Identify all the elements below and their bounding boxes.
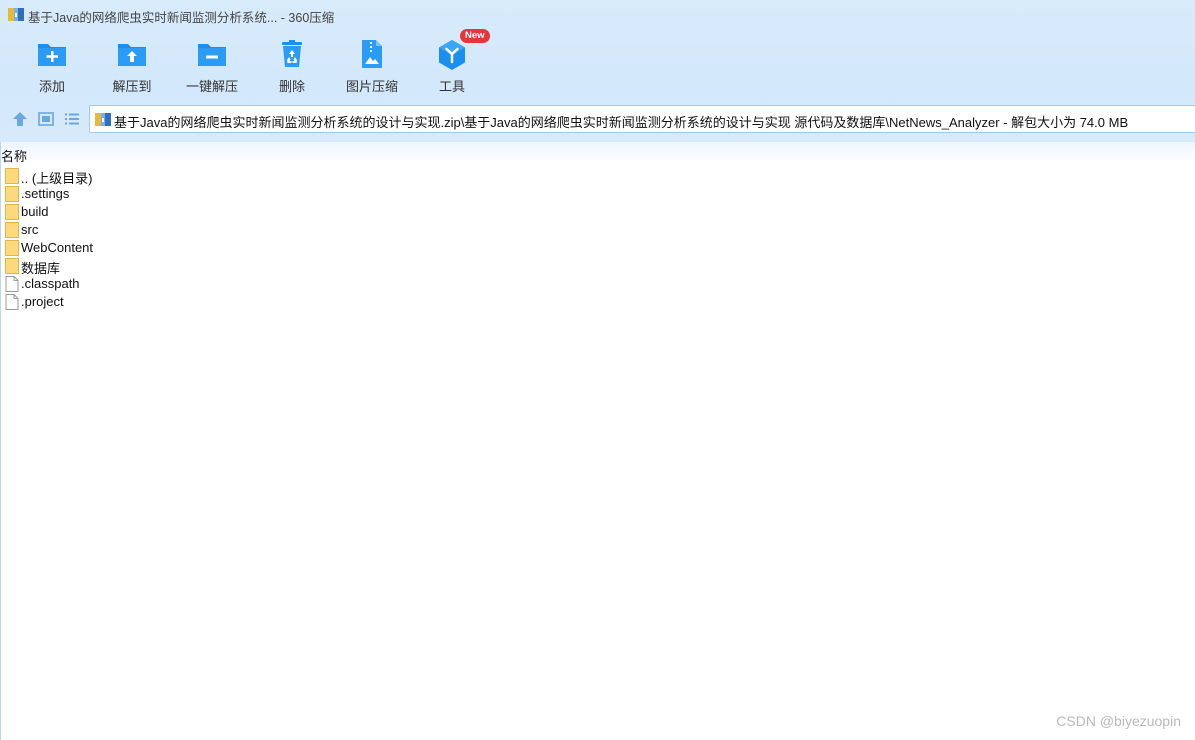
title-bar: 基于Java的网络爬虫实时新闻监测分析系统... - 360压缩 bbox=[0, 0, 1195, 30]
list-view-icon[interactable] bbox=[63, 110, 81, 128]
list-item-database[interactable]: 数据库 bbox=[0, 257, 1195, 276]
address-path: 基于Java的网络爬虫实时新闻监测分析系统的设计与实现.zip\基于Java的网… bbox=[114, 115, 1129, 130]
column-header-name[interactable]: 名称 bbox=[1, 146, 27, 165]
extract-to-label: 解压到 bbox=[112, 79, 152, 94]
list-item-project[interactable]: .project bbox=[0, 293, 1195, 311]
delete-button[interactable]: 删除 bbox=[252, 34, 332, 94]
one-click-extract-icon bbox=[198, 44, 226, 66]
toolbar: 添加 解压到 一键解压 删除 图片压缩 New 工具 bbox=[0, 29, 1195, 96]
one-click-extract-button[interactable]: 一键解压 bbox=[172, 34, 252, 94]
window-title: 基于Java的网络爬虫实时新闻监测分析系统... - 360压缩 bbox=[28, 11, 335, 25]
item-name: .project bbox=[21, 294, 64, 309]
add-folder-icon bbox=[38, 44, 66, 66]
item-name: src bbox=[21, 222, 39, 237]
item-name: WebContent bbox=[21, 240, 94, 255]
folder-icon bbox=[5, 222, 19, 238]
image-compress-button[interactable]: 图片压缩 bbox=[332, 34, 412, 94]
tools-button[interactable]: New 工具 bbox=[412, 29, 492, 94]
list-header: 名称 bbox=[0, 142, 1195, 164]
up-arrow-icon[interactable] bbox=[11, 110, 29, 128]
image-compress-label: 图片压缩 bbox=[345, 79, 398, 94]
item-name: .settings bbox=[21, 186, 70, 201]
folder-icon bbox=[5, 240, 19, 256]
folder-icon bbox=[5, 204, 19, 220]
folder-icon bbox=[5, 258, 19, 274]
new-badge: New bbox=[460, 29, 490, 43]
folder-icon bbox=[5, 186, 19, 202]
file-list: .. (上级目录) .settings build src WebContent… bbox=[0, 167, 1195, 311]
archive-app-icon bbox=[8, 8, 24, 21]
image-compress-icon bbox=[362, 40, 382, 68]
tools-label: 工具 bbox=[438, 79, 465, 94]
list-item-build[interactable]: build bbox=[0, 203, 1195, 221]
extract-to-button[interactable]: 解压到 bbox=[92, 34, 172, 94]
list-item-src[interactable]: src bbox=[0, 221, 1195, 239]
navigation-row: 基于Java的网络爬虫实时新闻监测分析系统的设计与实现.zip\基于Java的网… bbox=[0, 104, 1195, 134]
extract-folder-icon bbox=[118, 44, 146, 66]
list-item-webcontent[interactable]: WebContent bbox=[0, 239, 1195, 257]
archive-icon bbox=[95, 113, 111, 126]
list-item-settings[interactable]: .settings bbox=[0, 185, 1195, 203]
list-item-classpath[interactable]: .classpath bbox=[0, 275, 1195, 293]
list-item-parent-dir[interactable]: .. (上级目录) bbox=[0, 167, 1195, 186]
window-chrome: 基于Java的网络爬虫实时新闻监测分析系统... - 360压缩 添加 解压到 bbox=[0, 0, 1195, 142]
delete-label: 删除 bbox=[278, 79, 305, 94]
thumbnail-view-icon[interactable] bbox=[37, 110, 55, 128]
tools-cube-icon bbox=[439, 40, 465, 70]
file-icon bbox=[5, 276, 19, 292]
file-icon bbox=[5, 294, 19, 310]
folder-icon bbox=[5, 168, 19, 184]
item-name: .classpath bbox=[21, 276, 80, 291]
add-button[interactable]: 添加 bbox=[12, 34, 92, 94]
address-bar[interactable]: 基于Java的网络爬虫实时新闻监测分析系统的设计与实现.zip\基于Java的网… bbox=[89, 105, 1195, 133]
watermark: CSDN @biyezuopin bbox=[1056, 713, 1181, 729]
add-label: 添加 bbox=[38, 79, 65, 94]
recycle-bin-icon bbox=[282, 40, 302, 67]
item-name: build bbox=[21, 204, 49, 219]
one-click-extract-label: 一键解压 bbox=[185, 79, 238, 94]
